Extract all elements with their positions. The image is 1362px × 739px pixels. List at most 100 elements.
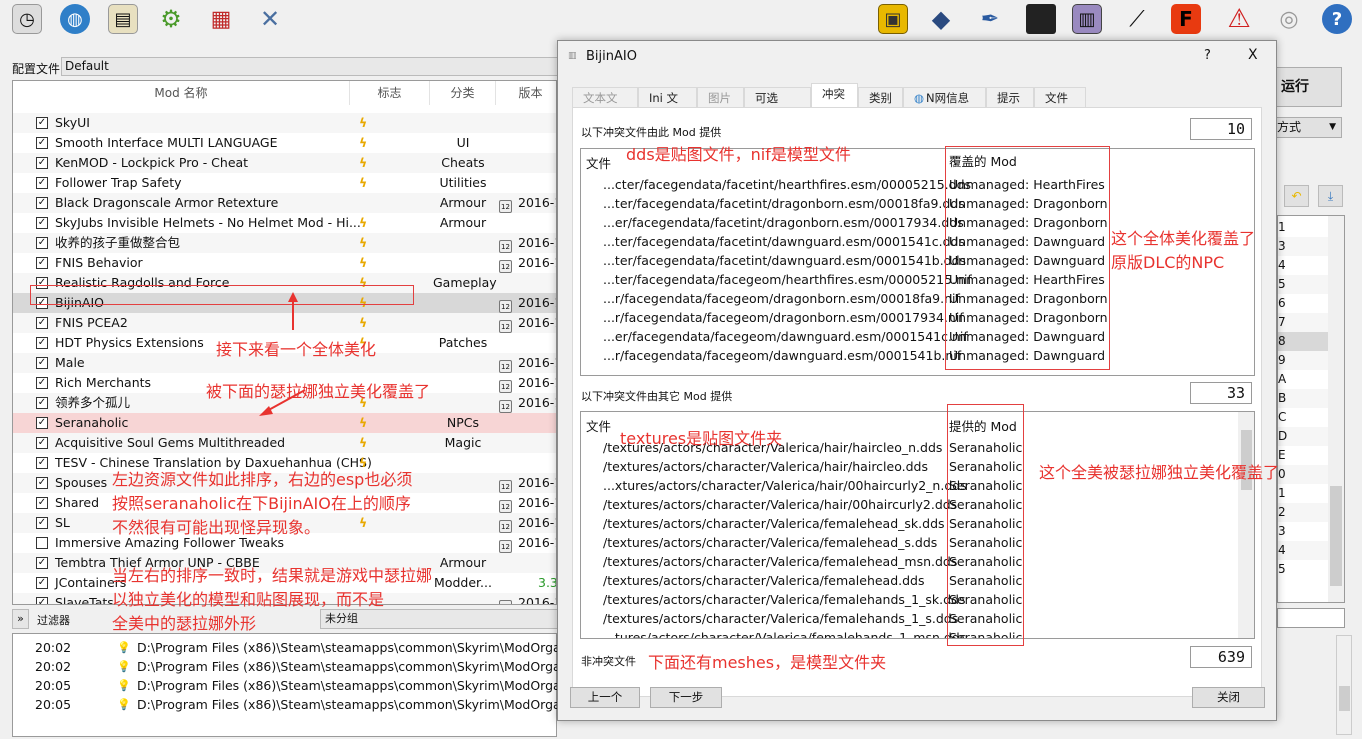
undo-icon[interactable]: ↶ bbox=[1284, 185, 1309, 207]
tools-icon[interactable]: ▦ bbox=[206, 4, 236, 34]
conflict-row[interactable]: /textures/actors/character/Valerica/fema… bbox=[581, 514, 1241, 533]
conflict-row[interactable]: /textures/actors/character/Valerica/hair… bbox=[581, 495, 1241, 514]
group-select[interactable]: 未分组 bbox=[320, 609, 560, 629]
filter-toggle-button[interactable]: » bbox=[12, 609, 29, 629]
tab-2[interactable]: Ini 文件 bbox=[638, 87, 697, 125]
mod-checkbox[interactable]: ✓ bbox=[36, 317, 48, 329]
mod-row[interactable]: ✓ SkyUI ϟ bbox=[13, 113, 556, 133]
mod-checkbox[interactable]: ✓ bbox=[36, 517, 48, 529]
conflict-row[interactable]: /textures/actors/character/Valerica/fema… bbox=[581, 533, 1241, 552]
plugin-filter-input[interactable] bbox=[1277, 608, 1345, 628]
tab-7[interactable]: ◍ N网信息 bbox=[903, 87, 986, 108]
mod-checkbox[interactable]: ✓ bbox=[36, 157, 48, 169]
diamond-icon[interactable]: ◆ bbox=[926, 4, 956, 34]
mod-checkbox[interactable]: ✓ bbox=[36, 177, 48, 189]
column-header-version[interactable]: 版本 bbox=[496, 81, 556, 105]
mod-name: FNIS PCEA2 bbox=[55, 315, 128, 330]
mod-checkbox[interactable]: ✓ bbox=[36, 457, 48, 469]
nexus-globe-icon[interactable]: ◍ bbox=[60, 4, 90, 34]
mod-row[interactable]: ✓ FNIS Behavior ϟ 12 2016-1 bbox=[13, 253, 556, 273]
plugin-index: 4 bbox=[1278, 256, 1330, 275]
conflict-row[interactable]: /textures/actors/character/Valerica/fema… bbox=[581, 571, 1241, 590]
conflict-row[interactable]: /textures/actors/character/Valerica/fema… bbox=[581, 590, 1241, 609]
mod-checkbox[interactable]: ✓ bbox=[36, 217, 48, 229]
tab-6[interactable]: 类别 bbox=[858, 87, 903, 108]
ini-editor-icon[interactable]: ▣ bbox=[878, 4, 908, 34]
log-panel[interactable]: 20:02 💡 D:\Program Files (x86)\Steam\steam… bbox=[12, 633, 579, 737]
log-scrollbar[interactable] bbox=[1336, 635, 1352, 735]
mod-checkbox[interactable]: ✓ bbox=[36, 197, 48, 209]
mod-checkbox[interactable]: ✓ bbox=[36, 337, 48, 349]
mod-row[interactable]: ✓ Acquisitive Soul Gems Multithreaded ϟ Mag… bbox=[13, 433, 556, 453]
close-button[interactable]: 关闭 bbox=[1192, 687, 1265, 708]
plugin-scrollbar[interactable] bbox=[1328, 216, 1344, 602]
radio-icon[interactable]: ▥ bbox=[1072, 4, 1102, 34]
mod-checkbox[interactable]: ✓ bbox=[36, 437, 48, 449]
conflict-row[interactable]: ...r/facegendata/facegeom/dawnguard.esm/… bbox=[581, 346, 1241, 365]
column-header-name[interactable]: Mod 名称 bbox=[13, 81, 350, 105]
help-icon[interactable]: ? bbox=[1322, 4, 1352, 34]
tab-9[interactable]: 文件树 bbox=[1034, 87, 1086, 125]
mod-checkbox[interactable]: ✓ bbox=[36, 497, 48, 509]
mod-row[interactable]: ✓ SkyJubs Invisible Helmets - No Helmet M… bbox=[13, 213, 556, 233]
column-header-flags[interactable]: 标志 bbox=[350, 81, 430, 105]
conflict-row[interactable]: ...r/facegendata/facegeom/dragonborn.esm… bbox=[581, 308, 1241, 327]
mod-row[interactable]: ✓ Black Dragonscale Armor Retexture Armour… bbox=[13, 193, 556, 213]
profile-select[interactable]: Default bbox=[61, 57, 561, 76]
mod-checkbox[interactable]: ✓ bbox=[36, 117, 48, 129]
previous-button[interactable]: 上一个 bbox=[570, 687, 640, 708]
mod-category: Armour bbox=[439, 555, 487, 570]
tab-4[interactable]: 可选 ESP bbox=[744, 87, 811, 125]
mod-checkbox[interactable]: ✓ bbox=[36, 397, 48, 409]
f-icon[interactable]: F bbox=[1171, 4, 1201, 34]
mod-checkbox[interactable]: ✓ bbox=[36, 557, 48, 569]
lightbulb-icon: 💡 bbox=[117, 660, 131, 673]
update-icon[interactable]: ◎ bbox=[1274, 4, 1304, 34]
column-header-file[interactable]: 文件 bbox=[586, 154, 611, 173]
conflict-row[interactable]: ...er/facegendata/facegeom/dawnguard.esm… bbox=[581, 327, 1241, 346]
plugin-list[interactable]: 13456789ABCDE012345 bbox=[1277, 215, 1345, 603]
mod-row[interactable]: ✓ Smooth Interface MULTI LANGUAGE ϟ UI bbox=[13, 133, 556, 153]
tab-5[interactable]: 冲突 bbox=[811, 83, 858, 108]
mod-checkbox[interactable]: ✓ bbox=[36, 417, 48, 429]
log-row: 20:02 💡 D:\Program Files (x86)\Steam\steam… bbox=[13, 657, 579, 676]
conflict-row[interactable]: ...r/facegendata/facegeom/dragonborn.esm… bbox=[581, 289, 1241, 308]
conflict-row[interactable]: /textures/actors/character/Valerica/fema… bbox=[581, 609, 1241, 628]
mod-row[interactable]: ✓ 收养的孩子重做整合包 ϟ 12 2016-1 bbox=[13, 233, 556, 253]
mod-row[interactable]: ✓ Follower Trap Safety ϟ Utilities bbox=[13, 173, 556, 193]
mod-checkbox[interactable]: ✓ bbox=[36, 477, 48, 489]
conflict-row[interactable]: /textures/actors/character/Valerica/fema… bbox=[581, 552, 1241, 571]
mod-checkbox[interactable]: ✓ bbox=[36, 597, 48, 604]
column-header-file[interactable]: 文件 bbox=[586, 417, 611, 436]
mod-row[interactable]: ✓ KenMOD - Lockpick Pro - Cheat ϟ Cheats bbox=[13, 153, 556, 173]
mod-checkbox[interactable] bbox=[36, 537, 48, 549]
mod-checkbox[interactable]: ✓ bbox=[36, 357, 48, 369]
mod-checkbox[interactable]: ✓ bbox=[36, 257, 48, 269]
mod-category: Utilities bbox=[439, 175, 487, 190]
conflict-row[interactable]: ...ter/facegendata/facetint/dragonborn.e… bbox=[581, 194, 1241, 213]
tab-1[interactable]: 文本文件 bbox=[572, 87, 638, 125]
tab-3[interactable]: 图片 bbox=[697, 87, 744, 108]
help-button[interactable]: ? bbox=[1204, 48, 1211, 63]
column-header-category[interactable]: 分类 bbox=[430, 81, 496, 105]
boot-icon[interactable] bbox=[1026, 4, 1056, 34]
feather-icon[interactable]: ✒ bbox=[975, 4, 1005, 34]
conflict-row[interactable]: ...cter/facegendata/facetint/hearthfires… bbox=[581, 175, 1241, 194]
mod-checkbox[interactable]: ✓ bbox=[36, 377, 48, 389]
mod-name: HDT Physics Extensions bbox=[55, 335, 204, 350]
warning-icon[interactable]: ⚠ bbox=[1224, 4, 1254, 34]
tab-8[interactable]: 提示 bbox=[986, 87, 1034, 108]
profiles-icon[interactable]: ▤ bbox=[108, 4, 138, 34]
save-icon[interactable]: ⤓ bbox=[1318, 185, 1343, 207]
conflict-row[interactable]: ...tures/actors/character/Valerica/femal… bbox=[581, 628, 1241, 638]
next-button[interactable]: 下一步 bbox=[650, 687, 722, 708]
executables-gear-icon[interactable]: ⚙ bbox=[156, 4, 186, 34]
settings-wrench-icon[interactable]: ✕ bbox=[255, 4, 285, 34]
mod-checkbox[interactable]: ✓ bbox=[36, 137, 48, 149]
mod-checkbox[interactable]: ✓ bbox=[36, 237, 48, 249]
instance-icon[interactable]: ◷ bbox=[12, 4, 42, 34]
mod-checkbox[interactable]: ✓ bbox=[36, 577, 48, 589]
close-dialog-button[interactable]: X bbox=[1248, 47, 1258, 63]
sword-icon[interactable]: ⟋ bbox=[1122, 4, 1152, 34]
overwritten-scrollbar[interactable] bbox=[1238, 412, 1254, 638]
